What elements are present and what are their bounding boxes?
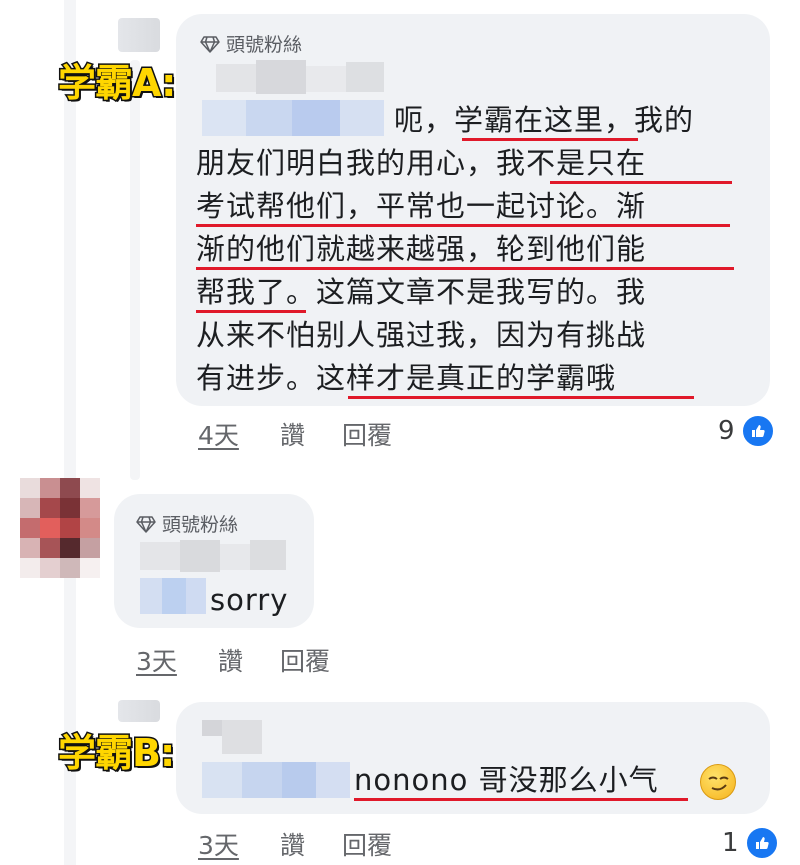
thumbs-up-icon [740, 414, 775, 448]
comment-timestamp[interactable]: 3天 [198, 826, 280, 862]
comment-actions: 3天 讚 回覆 [136, 642, 330, 678]
comment-timestamp[interactable]: 3天 [136, 642, 218, 678]
avatar[interactable] [20, 478, 100, 578]
annotation-label-b: 学霸B: [56, 730, 176, 777]
comment-text-line: 有进步。这样才是真正的学霸哦 [196, 361, 617, 395]
like-count: 1 [722, 828, 739, 858]
comment-timestamp[interactable]: 4天 [198, 416, 280, 452]
highlight-underline [196, 267, 734, 270]
badge-label: 頭號粉絲 [162, 514, 239, 536]
thread-connector [130, 60, 140, 480]
highlight-underline [196, 224, 730, 227]
blurred-username [216, 60, 384, 94]
highlight-underline [462, 138, 638, 141]
blurred-mention [202, 762, 350, 798]
blurred-username [140, 540, 286, 572]
highlight-underline [348, 396, 694, 399]
blurred-mention [202, 100, 384, 136]
avatar[interactable] [118, 18, 160, 52]
blurred-mention [140, 578, 206, 614]
like-button[interactable]: 讚 [280, 826, 342, 862]
reaction-count[interactable]: 1 [722, 826, 779, 860]
comment-text-line: 朋友们明白我的用心，我不是只在 [196, 146, 647, 180]
reply-button[interactable]: 回覆 [342, 826, 392, 862]
like-button[interactable]: 讚 [280, 416, 342, 452]
top-fan-badge[interactable]: 頭號粉絲 [200, 30, 302, 57]
comment-text-line: nonono 哥没那么小气 [354, 763, 659, 797]
comment-text-line: 从来不怕别人强过我，因为有挑战 [196, 318, 647, 352]
reaction-count[interactable]: 9 [718, 414, 775, 448]
comment-actions: 4天 讚 回覆 [198, 416, 392, 452]
reply-button[interactable]: 回覆 [280, 642, 330, 678]
comment-text-line: 考试帮他们，平常也一起讨论。渐 [196, 189, 647, 223]
like-count: 9 [718, 416, 735, 446]
comment-actions: 3天 讚 回覆 [198, 826, 392, 862]
highlight-underline [550, 181, 732, 184]
smirking-face-icon [700, 764, 736, 800]
like-button[interactable]: 讚 [218, 642, 280, 678]
blurred-username [202, 720, 262, 754]
reply-button[interactable]: 回覆 [342, 416, 392, 452]
comment-text-line: 渐的他们就越来越强，轮到他们能 [196, 232, 647, 266]
comment-text-line: 帮我了。这篇文章不是我写的。我 [196, 275, 647, 309]
badge-label: 頭號粉絲 [226, 34, 303, 56]
comment-text-line: sorry [210, 583, 289, 617]
annotation-label-a: 学霸A: [56, 60, 177, 107]
avatar[interactable] [118, 700, 160, 722]
highlight-underline [354, 798, 688, 801]
highlight-underline [196, 310, 306, 313]
thumbs-up-icon [744, 826, 779, 860]
top-fan-badge[interactable]: 頭號粉絲 [136, 510, 238, 537]
comment-text-line: 呃，学霸在这里，我的 [394, 103, 695, 137]
diamond-icon [136, 515, 156, 533]
diamond-icon [200, 35, 220, 53]
